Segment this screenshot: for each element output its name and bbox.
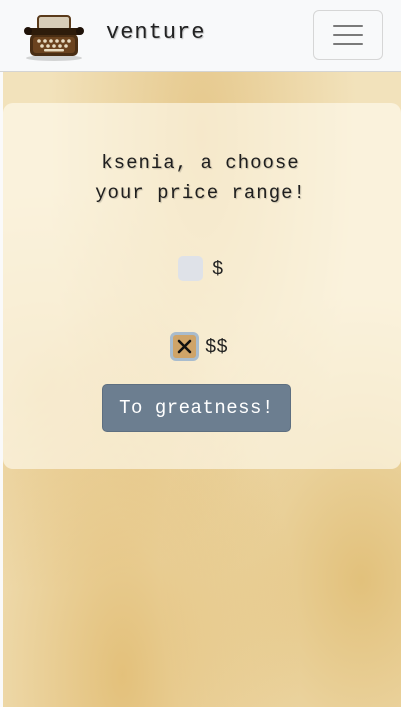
- checkbox-low[interactable]: [178, 256, 203, 281]
- checkbox-medium[interactable]: [170, 332, 199, 361]
- navbar: venture: [0, 0, 401, 72]
- close-icon: [177, 339, 192, 354]
- title-line-1: ksenia, a choose: [101, 152, 300, 174]
- title-line-2: your price range!: [95, 182, 306, 204]
- hamburger-icon: [333, 43, 363, 45]
- submit-button[interactable]: To greatness!: [102, 384, 291, 432]
- hamburger-icon: [333, 34, 363, 36]
- price-option-medium[interactable]: $$: [170, 332, 228, 361]
- menu-toggle-button[interactable]: [313, 10, 383, 60]
- page-title: ksenia, a choose your price range!: [0, 148, 401, 208]
- typewriter-icon[interactable]: [22, 8, 86, 62]
- price-label-medium: $$: [205, 335, 228, 358]
- hamburger-icon: [333, 25, 363, 27]
- brand-name[interactable]: venture: [106, 20, 205, 45]
- price-label-low: $: [212, 257, 224, 280]
- price-option-low[interactable]: $: [178, 256, 223, 281]
